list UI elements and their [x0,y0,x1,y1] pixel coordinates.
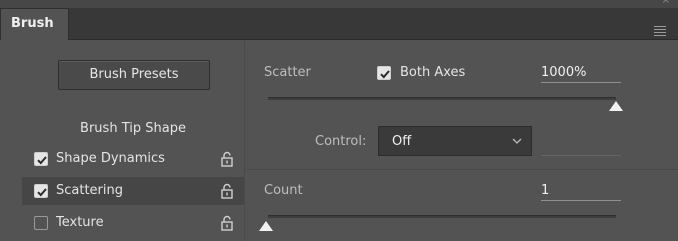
close-icon[interactable]: × [662,0,670,6]
both-axes-label: Both Axes [400,65,466,80]
list-item-texture[interactable]: Texture [22,209,244,237]
control-select[interactable]: Off [378,126,532,156]
panel-menu-icon[interactable] [654,26,666,36]
both-axes-checkbox[interactable] [377,66,391,80]
control-select-value: Off [392,134,412,149]
tab-brush-label: Brush [11,16,54,31]
section-divider [244,169,678,170]
tab-bar [0,8,678,40]
count-value-field[interactable]: 1 [541,183,621,201]
control-label: Control: [315,134,367,149]
lock-icon[interactable] [220,215,234,231]
brush-tip-shape-item[interactable]: Brush Tip Shape [22,113,244,145]
texture-checkbox[interactable] [34,216,48,230]
panel-divider [244,41,245,241]
scattering-checkbox[interactable] [34,184,48,198]
scatter-value-field[interactable]: 1000% [541,65,621,83]
list-item-scattering[interactable]: Scattering [22,177,244,205]
brush-panel: Brush Presets Brush Tip Shape Shape Dyna… [0,41,678,241]
checkmark-icon [37,188,47,197]
tab-brush[interactable]: Brush [0,8,69,40]
shape-dynamics-checkbox[interactable] [34,152,48,166]
scatter-slider-thumb[interactable] [609,101,623,111]
lock-icon[interactable] [220,183,234,199]
count-slider-thumb[interactable] [259,221,273,231]
shape-dynamics-label: Shape Dynamics [56,151,165,166]
scatter-slider-track[interactable] [268,97,616,100]
control-aux-field [541,155,621,156]
scatter-label: Scatter [264,65,311,80]
texture-label: Texture [56,215,104,230]
list-item-shape-dynamics[interactable]: Shape Dynamics [22,145,244,173]
count-slider-track[interactable] [268,215,616,218]
brush-presets-button[interactable]: Brush Presets [58,60,210,90]
scattering-label: Scattering [56,183,124,198]
chevron-down-icon [512,138,522,144]
lock-icon[interactable] [220,151,234,167]
checkmark-icon [37,156,47,165]
count-label: Count [264,183,303,198]
panel-top-strip: × [0,0,678,8]
checkmark-icon [380,70,390,79]
